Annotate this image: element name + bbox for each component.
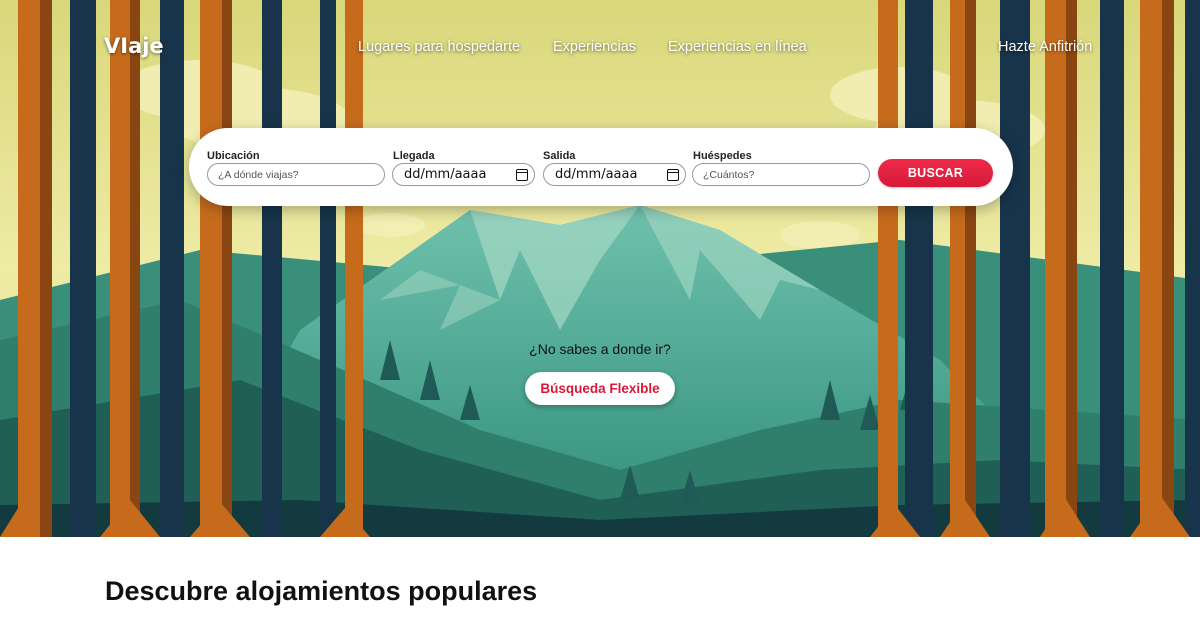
brand-logo[interactable]: VIaje <box>104 34 164 58</box>
checkout-date-value: dd/mm/aaaa <box>555 167 638 182</box>
section-title: Descubre alojamientos populares <box>105 576 538 606</box>
checkin-date-input[interactable]: dd/mm/aaaa <box>392 163 535 186</box>
nav-link-lugares[interactable]: Lugares para hospedarte <box>358 39 520 55</box>
checkout-date-input[interactable]: dd/mm/aaaa <box>543 163 686 186</box>
forest-illustration <box>0 0 1200 537</box>
search-bar: Ubicación ¿A dónde viajas? Llegada dd/mm… <box>189 128 1013 206</box>
flexible-search-button[interactable]: Búsqueda Flexible <box>525 372 675 405</box>
guests-label: Huéspedes <box>693 150 752 162</box>
nav-link-experiencias[interactable]: Experiencias <box>553 39 636 55</box>
host-link[interactable]: Hazte Anfitrión <box>998 39 1092 55</box>
search-button[interactable]: BUSCAR <box>878 159 993 187</box>
guests-input[interactable]: ¿Cuántos? <box>692 163 870 186</box>
flexible-prompt: ¿No sabes a donde ir? <box>529 341 671 357</box>
location-input[interactable]: ¿A dónde viajas? <box>207 163 385 186</box>
location-label: Ubicación <box>207 150 260 162</box>
hero-banner: VIaje Lugares para hospedarte Experienci… <box>0 0 1200 537</box>
checkout-label: Salida <box>543 150 576 162</box>
checkin-label: Llegada <box>393 150 435 162</box>
nav-link-experiencias-en-linea[interactable]: Experiencias en línea <box>668 39 807 55</box>
checkin-date-value: dd/mm/aaaa <box>404 167 487 182</box>
calendar-icon[interactable] <box>516 168 528 181</box>
calendar-icon[interactable] <box>667 168 679 181</box>
